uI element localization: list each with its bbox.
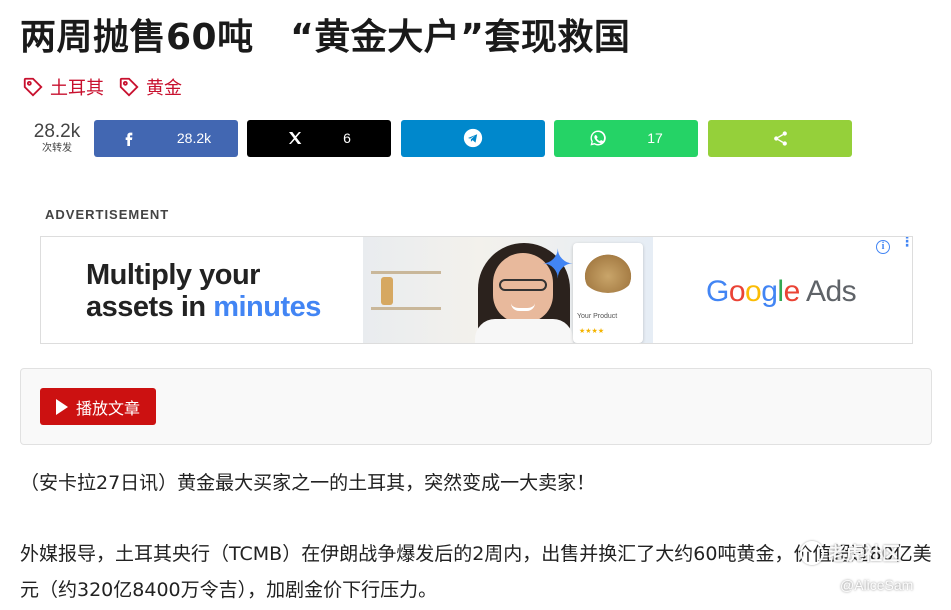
share-icon — [773, 130, 787, 146]
audio-player: 播放文章 — [20, 368, 932, 445]
google-wordmark: G — [706, 275, 729, 308]
facebook-share-count: 28.2k — [176, 130, 212, 146]
tiger-icon — [800, 541, 824, 565]
article-paragraph: （安卡拉27日讯）黄金最大买家之一的土耳其，突然变成一大卖家！ — [20, 472, 596, 494]
jar-decoration — [381, 277, 393, 305]
tag-icon — [23, 77, 43, 97]
article-paragraph: 外媒报导，土耳其央行（TCMB）在伊朗战争爆发后的2周内，出售并换汇了大约60吨… — [20, 543, 932, 601]
watermark-site: 老虎社区 — [828, 544, 900, 565]
ad-headline-highlight: minutes — [213, 291, 321, 323]
person-glasses — [499, 279, 547, 291]
ad-headline-line1: Multiply your — [86, 259, 260, 291]
ad-headline-prefix: assets in — [86, 291, 214, 323]
tag-label: 黄金 — [146, 78, 182, 99]
telegram-share-button[interactable] — [401, 119, 545, 157]
ad-headline: Multiply your assets in minutes — [86, 259, 321, 323]
advertisement-label: ADVERTISEMENT — [45, 207, 170, 222]
more-share-button[interactable] — [708, 119, 852, 157]
product-name: Your Product — [577, 313, 618, 320]
ad-headline-line2: assets in minutes — [86, 291, 321, 323]
whatsapp-share-count: 17 — [647, 130, 663, 146]
x-share-count: 6 — [343, 130, 351, 146]
facebook-share-button[interactable]: 28.2k — [94, 119, 238, 157]
ad-info-icon[interactable]: i — [876, 240, 890, 254]
shelf-decoration — [371, 307, 441, 310]
hat-image — [581, 251, 635, 293]
share-total: 28.2k 次转发 — [20, 122, 94, 154]
x-share-button[interactable]: 6 — [247, 119, 391, 157]
shelf-decoration — [371, 271, 441, 274]
play-article-button[interactable]: 播放文章 — [40, 388, 156, 425]
play-icon — [55, 398, 68, 415]
ad-photo: ✦ Your Product ★★★★ — [363, 237, 653, 343]
tag-label: 土耳其 — [50, 78, 104, 99]
watermark-logo: 老虎社区 — [800, 540, 900, 566]
whatsapp-icon — [590, 130, 606, 146]
ads-wordmark: Ads — [805, 275, 857, 308]
tag-icon — [119, 77, 139, 97]
product-rating: ★★★★ — [579, 327, 605, 335]
share-bar: 28.2k 次转发 28.2k 6 17 — [20, 119, 852, 157]
advertisement-banner[interactable]: Multiply your assets in minutes ✦ Your P… — [40, 236, 913, 344]
share-total-count: 28.2k — [33, 121, 81, 142]
google-ads-logo: Google Ads — [706, 275, 857, 308]
person-shirt — [475, 319, 573, 343]
ad-more-icon[interactable]: ⋮ — [900, 237, 912, 249]
product-card: Your Product ★★★★ — [573, 243, 643, 343]
tag-gold[interactable]: 黄金 — [118, 74, 182, 100]
tag-turkey[interactable]: 土耳其 — [22, 74, 104, 100]
tag-list: 土耳其 黄金 — [22, 74, 182, 100]
whatsapp-share-button[interactable]: 17 — [554, 119, 698, 157]
facebook-icon — [125, 132, 133, 146]
x-icon — [289, 132, 302, 144]
share-total-label: 次转发 — [42, 143, 72, 154]
telegram-icon — [463, 128, 483, 148]
sparkle-icon: ✦ — [541, 242, 575, 288]
play-article-label: 播放文章 — [75, 398, 140, 418]
watermark-handle: @AliceSam — [840, 577, 914, 593]
article-title: 两周抛售60吨 “黄金大户”套现救国 — [20, 17, 631, 58]
